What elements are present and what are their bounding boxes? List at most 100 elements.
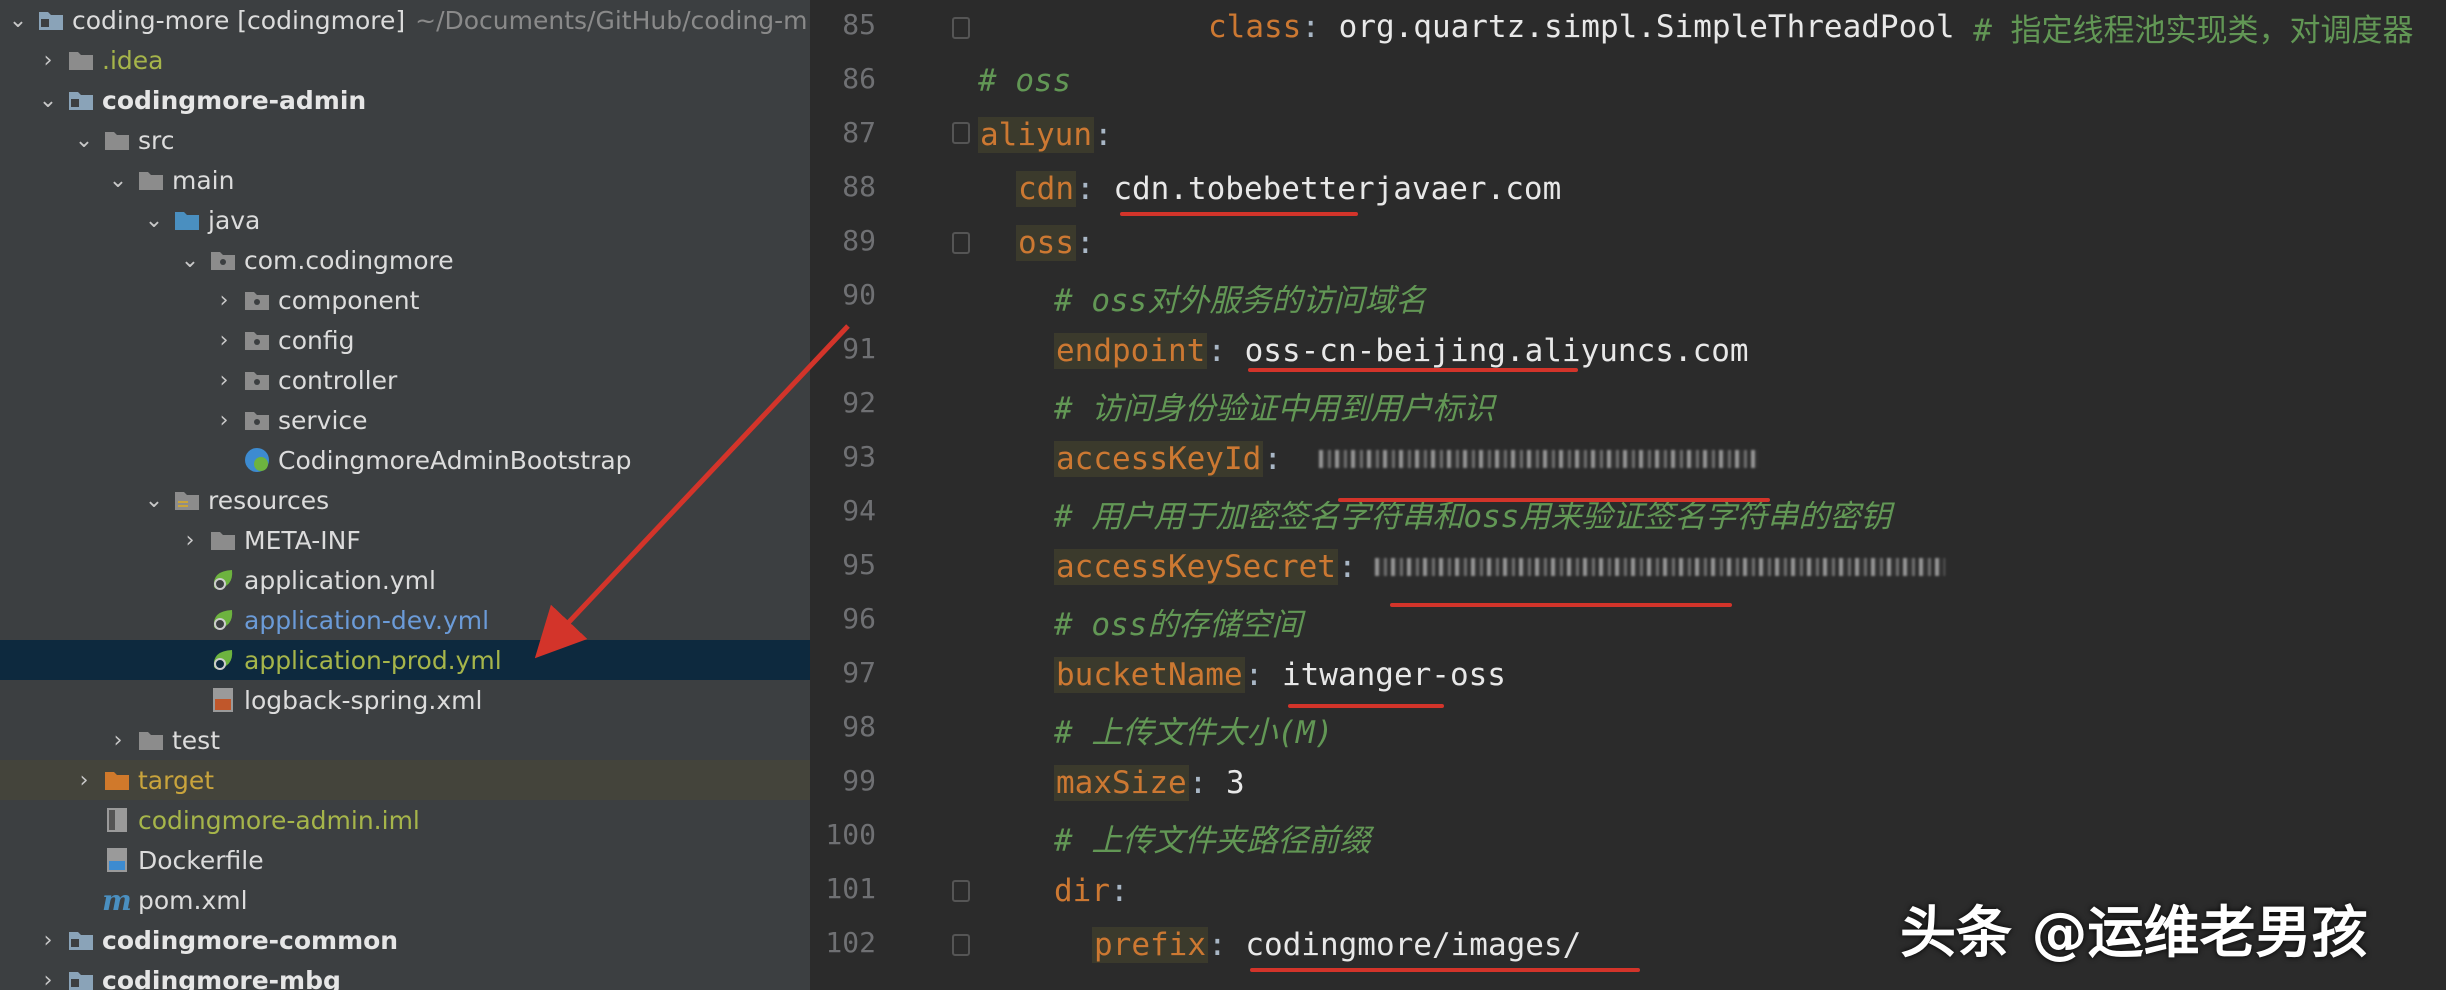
chevron-right-icon[interactable]: › xyxy=(212,368,236,393)
tree-row-dockerfile[interactable]: Dockerfile xyxy=(0,840,810,880)
tree-row-pom-xml[interactable]: m pom.xml xyxy=(0,880,810,920)
chevron-down-icon[interactable]: ⌄ xyxy=(106,168,130,193)
chevron-right-icon[interactable]: › xyxy=(212,408,236,433)
chevron-down-icon[interactable]: ⌄ xyxy=(178,248,202,273)
tree-row-com-codingmore[interactable]: ⌄ com.codingmore xyxy=(0,240,810,280)
code-line-87[interactable]: aliyun: xyxy=(978,108,1113,162)
fold-marker-icon[interactable] xyxy=(952,880,970,902)
tree-row-label: com.codingmore xyxy=(244,245,454,275)
chevron-down-icon[interactable]: ⌄ xyxy=(142,208,166,233)
tree-row-src[interactable]: ⌄ src xyxy=(0,120,810,160)
tree-row-target[interactable]: › target xyxy=(0,760,810,800)
code-line-92[interactable]: # 访问身份验证中用到用户标识 xyxy=(1054,378,1494,432)
folder-icon xyxy=(136,167,166,193)
chevron-right-icon[interactable]: › xyxy=(72,768,96,793)
line-number: 95 xyxy=(842,548,876,581)
chevron-right-icon[interactable]: › xyxy=(178,528,202,553)
tree-row-meta-inf[interactable]: › META-INF xyxy=(0,520,810,560)
tree-row-java[interactable]: ⌄ java xyxy=(0,200,810,240)
chevron-right-icon[interactable]: › xyxy=(36,928,60,953)
code-line-102[interactable]: prefix: codingmore/images/ xyxy=(1092,918,1581,972)
code-line-90[interactable]: # oss对外服务的访问域名 xyxy=(1054,270,1426,324)
line-number: 93 xyxy=(842,440,876,473)
redacted-value xyxy=(1319,450,1760,468)
code-line-85[interactable]: class: org.quartz.simpl.SimpleThreadPool… xyxy=(1208,0,2414,54)
tree-row-config[interactable]: › config xyxy=(0,320,810,360)
fold-marker-icon[interactable] xyxy=(952,934,970,956)
fold-marker-icon[interactable] xyxy=(952,122,970,144)
tree-row-label: application-prod.yml xyxy=(244,645,502,675)
code-comment: # 指定线程池实现类，对调度器 xyxy=(1973,12,2414,49)
code-comment: # 访问身份验证中用到用户标识 xyxy=(1054,390,1495,427)
tree-row-codingmore-mbg[interactable]: › codingmore-mbg xyxy=(0,960,810,990)
tree-row-admin-iml[interactable]: codingmore-admin.iml xyxy=(0,800,810,840)
code-line-98[interactable]: # 上传文件大小(M) xyxy=(1054,702,1333,756)
chevron-down-icon[interactable]: ⌄ xyxy=(6,8,30,33)
chevron-right-icon[interactable]: › xyxy=(212,328,236,353)
code-line-97[interactable]: bucketName: itwanger-oss xyxy=(1054,648,1506,702)
tree-row-codingmore-common[interactable]: › codingmore-common xyxy=(0,920,810,960)
folder-icon xyxy=(102,127,132,153)
tree-row-application-dev-yml[interactable]: application-dev.yml xyxy=(0,600,810,640)
yaml-key: bucketName xyxy=(1054,657,1245,693)
chevron-down-icon[interactable]: ⌄ xyxy=(142,488,166,513)
line-number: 99 xyxy=(842,764,876,797)
yaml-key: oss xyxy=(1016,225,1076,261)
tree-row-application-prod-yml[interactable]: application-prod.yml xyxy=(0,640,810,680)
code-line-95[interactable]: accessKeySecret: xyxy=(1054,540,1946,594)
tree-row-application-yml[interactable]: application.yml xyxy=(0,560,810,600)
tree-row-test[interactable]: › test xyxy=(0,720,810,760)
folder-icon xyxy=(208,527,238,553)
code-line-101[interactable]: dir: xyxy=(1054,864,1129,918)
code-line-96[interactable]: # oss的存储空间 xyxy=(1054,594,1302,648)
yaml-key: endpoint xyxy=(1054,333,1208,369)
line-number: 94 xyxy=(842,494,876,527)
tree-row-logback-xml[interactable]: logback-spring.xml xyxy=(0,680,810,720)
tree-row-resources[interactable]: ⌄ resources xyxy=(0,480,810,520)
package-icon xyxy=(242,367,272,393)
module-folder-icon xyxy=(36,7,66,33)
folder-icon xyxy=(66,47,96,73)
code-line-86[interactable]: # oss xyxy=(978,54,1071,108)
code-line-99[interactable]: maxSize: 3 xyxy=(1054,756,1245,810)
tree-row-label: codingmore-admin xyxy=(102,85,367,115)
tree-row-codingmore-admin[interactable]: ⌄ codingmore-admin xyxy=(0,80,810,120)
excluded-folder-icon xyxy=(102,767,132,793)
line-number: 102 xyxy=(825,926,876,959)
line-number: 98 xyxy=(842,710,876,743)
iml-file-icon xyxy=(102,807,132,833)
code-editor[interactable]: 85 class: org.quartz.simpl.SimpleThreadP… xyxy=(810,0,2446,990)
yaml-value: codingmore/images/ xyxy=(1245,927,1582,963)
tree-row-controller[interactable]: › controller xyxy=(0,360,810,400)
fold-marker-icon[interactable] xyxy=(952,232,970,254)
chevron-right-icon[interactable]: › xyxy=(36,968,60,990)
yaml-key: accessKeyId xyxy=(1054,441,1264,477)
fold-marker-icon[interactable] xyxy=(952,17,970,39)
line-number: 92 xyxy=(842,386,876,419)
source-folder-icon xyxy=(172,207,202,233)
tree-row-main[interactable]: ⌄ main xyxy=(0,160,810,200)
chevron-right-icon[interactable]: › xyxy=(106,728,130,753)
chevron-down-icon[interactable]: ⌄ xyxy=(36,88,60,113)
code-line-94[interactable]: # 用户用于加密签名字符串和oss用来验证签名字符串的密钥 xyxy=(1054,486,1891,540)
line-number: 87 xyxy=(842,116,876,149)
yaml-key: cdn xyxy=(1016,171,1076,207)
tree-row-label: test xyxy=(172,725,221,755)
tree-row-root[interactable]: ⌄ coding-more [codingmore] ~/Documents/G… xyxy=(0,0,810,40)
tree-row-component[interactable]: › component xyxy=(0,280,810,320)
tree-row-label: target xyxy=(138,765,215,795)
resources-folder-icon xyxy=(172,487,202,513)
tree-row-bootstrap-class[interactable]: CodingmoreAdminBootstrap xyxy=(0,440,810,480)
chevron-right-icon[interactable]: › xyxy=(212,288,236,313)
chevron-right-icon[interactable]: › xyxy=(36,48,60,73)
code-line-88[interactable]: cdn: cdn.tobebetterjavaer.com xyxy=(1016,162,1561,216)
code-line-93[interactable]: accessKeyId: xyxy=(1054,432,1760,486)
tree-row-service[interactable]: › service xyxy=(0,400,810,440)
code-line-89[interactable]: oss: xyxy=(1016,216,1095,270)
chevron-down-icon[interactable]: ⌄ xyxy=(72,128,96,153)
line-number: 89 xyxy=(842,224,876,257)
tree-row-idea[interactable]: › .idea xyxy=(0,40,810,80)
docker-file-icon xyxy=(102,847,132,873)
tree-row-label: controller xyxy=(278,365,398,395)
code-line-100[interactable]: # 上传文件夹路径前缀 xyxy=(1054,810,1370,864)
